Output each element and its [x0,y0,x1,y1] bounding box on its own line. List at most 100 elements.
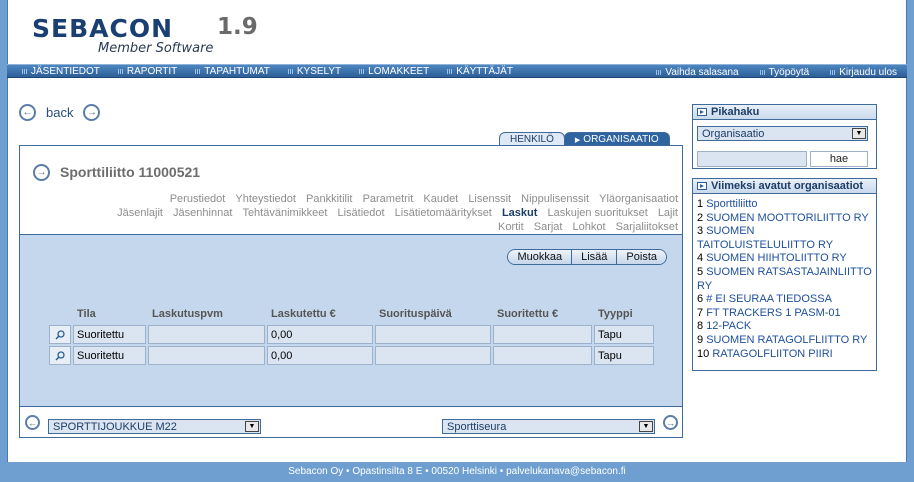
search-input[interactable] [697,151,807,167]
chevron-down-icon: ▼ [245,421,259,432]
subnav-item[interactable]: Yhteystiedot [235,193,296,205]
nav-jasentiedot[interactable]: JÄSENTIEDOT [21,66,100,77]
subnav-item[interactable]: Laskut [502,207,537,219]
back-arrow-icon[interactable]: ← [19,104,36,121]
add-button[interactable]: Lisää [572,250,618,264]
subnav-item[interactable]: Jäsenhinnat [173,207,232,219]
recent-organisations-box: Viimeksi avatut organisaatiot 1 Sporttil… [692,178,877,371]
sub-navigation: Perustiedot Yhteystiedot Pankkitilit Par… [108,192,678,234]
top-navbar: JÄSENTIEDOT RAPORTIT TAPAHTUMAT KYSELYT … [7,64,907,78]
subnav-item[interactable]: Lisätiedot [338,207,385,219]
subnav-item[interactable]: Pankkitilit [306,193,352,205]
recent-organisation-link[interactable]: RATAGOLFLIITON PIIRI [712,348,832,360]
subnav-item[interactable]: Kortit [498,221,524,233]
cell-status: Suoritettu [73,325,146,344]
recent-organisation-link[interactable]: SUOMEN MOOTTORILIITTO RY [706,212,869,224]
cell-status: Suoritettu [73,346,146,365]
nav-kayttajat[interactable]: KÄYTTÄJÄT [446,66,513,77]
prev-arrow-icon[interactable]: ← [25,415,40,430]
recent-organisation-link[interactable]: Sporttiliitto [706,198,757,210]
invoice-table: Tila Laskutuspvm Laskutettu € Suorituspä… [49,305,656,365]
subnav-item[interactable]: Yläorganisaatiot [599,193,678,205]
recent-organisation-link[interactable]: SUOMEN TAITOLUISTELULIITTO RY [697,225,833,251]
app-logo: SEBACON [32,14,174,43]
magnifier-icon[interactable] [49,325,71,344]
next-arrow-icon[interactable]: → [663,415,678,430]
recent-organisation-link[interactable]: SUOMEN HIIHTOLIITTO RY [706,252,847,264]
subnav-item[interactable]: Lisenssit [468,193,511,205]
col-invoice-date: Laskutuspvm [152,308,223,320]
subnav-item[interactable]: Sarjat [534,221,563,233]
subnav-item[interactable]: Tehtävänimikkeet [242,207,327,219]
subnav-item[interactable]: Lisätietomääritykset [395,207,492,219]
cell-invoiced-amount: 0,00 [267,325,373,344]
list-item-number: 5 [697,265,704,278]
magnifier-icon[interactable] [49,346,71,365]
invoice-section: Muokkaa Lisää Poista Tila Laskutuspvm La… [20,234,682,406]
page-title: Sporttiliitto 11000521 [60,164,201,180]
list-item-number: 6 [697,293,704,306]
main-menu: JÄSENTIEDOT RAPORTIT TAPAHTUMAT KYSELYT … [7,66,530,77]
list-item: 7 FT TRACKERS 1 PASM-01 [697,307,872,321]
subnav-item[interactable]: Parametrit [363,193,414,205]
list-item: 10 RATAGOLFLIITON PIIRI [697,348,872,362]
panel-header: → Sporttiliitto 11000521 Perustiedot Yht… [20,146,682,234]
entity-tabs: HENKILÖ ▶ ORGANISAATIO [499,132,670,146]
recent-organisations-header: Viimeksi avatut organisaatiot [693,179,876,194]
cell-invoice-date [148,325,265,344]
nav-dashboard[interactable]: Työpöytä [759,67,809,78]
cell-type: Tapu [594,346,654,365]
nav-logout[interactable]: Kirjaudu ulos [829,67,897,78]
cell-payment-date [375,325,491,344]
back-link[interactable]: back [46,105,73,120]
subnav-item[interactable]: Lajit [658,207,678,219]
col-status: Tila [77,308,96,320]
recent-organisation-link[interactable]: SUOMEN RATSASTAJAINLIITTO RY [697,266,872,292]
next-organisation-value: Sporttiseura [447,420,507,433]
table-row[interactable]: Suoritettu 0,00 Tapu [49,346,656,365]
edit-button[interactable]: Muokkaa [508,250,573,264]
cell-type: Tapu [594,325,654,344]
nav-raportit[interactable]: RAPORTIT [117,66,177,77]
subnav-item[interactable]: Laskujen suoritukset [547,207,647,219]
subnav-item[interactable]: Nippulisenssit [521,193,589,205]
delete-button[interactable]: Poista [617,250,666,264]
list-item-number: 9 [697,333,704,346]
recent-organisation-link[interactable]: FT TRACKERS 1 PASM-01 [706,307,840,319]
recent-organisation-link[interactable]: SUOMEN RATAGOLFLIITTO RY [706,334,867,346]
table-row[interactable]: Suoritettu 0,00 Tapu [49,325,656,344]
recent-organisation-link[interactable]: 12-PACK [706,320,751,332]
subnav-item[interactable]: Perustiedot [170,193,226,205]
forward-arrow-icon[interactable]: → [83,104,101,121]
subnav-item[interactable]: Sarjaliitokset [616,221,678,233]
search-button[interactable]: hae [810,151,868,167]
tab-organisation[interactable]: ▶ ORGANISAATIO [563,132,670,146]
search-type-select[interactable]: Organisaatio ▼ [697,126,868,141]
tab-person[interactable]: HENKILÖ [499,132,565,146]
search-type-value: Organisaatio [702,127,765,140]
col-invoiced-amount: Laskutettu € [271,308,336,320]
list-item-number: 3 [697,225,704,238]
col-payment-date: Suorituspäivä [379,308,452,320]
list-item: 6 # EI SEURAA TIEDOSSA [697,293,872,307]
subnav-item[interactable]: Lohkot [573,221,606,233]
organisation-panel: → Sporttiliitto 11000521 Perustiedot Yht… [19,145,683,438]
list-item: 8 12-PACK [697,320,872,334]
list-item: 1 Sporttiliitto [697,198,872,212]
panel-arrow-icon [697,182,707,190]
panel-footer: ← SPORTTIJOUKKUE M22 ▼ Sporttiseura ▼ → [20,406,682,437]
nav-lomakkeet[interactable]: LOMAKKEET [358,66,429,77]
subnav-item[interactable]: Kaudet [423,193,458,205]
previous-organisation-value: SPORTTIJOUKKUE M22 [53,420,177,433]
next-organisation-select[interactable]: Sporttiseura ▼ [442,419,655,434]
recent-organisations-list: 1 Sporttiliitto 2 SUOMEN MOOTTORILIITTO R… [693,194,876,361]
nav-tapahtumat[interactable]: TAPAHTUMAT [194,66,270,77]
action-buttons: Muokkaa Lisää Poista [507,249,667,265]
recent-organisation-link[interactable]: # EI SEURAA TIEDOSSA [706,293,832,305]
tab-arrow-icon: ▶ [574,136,581,144]
previous-organisation-select[interactable]: SPORTTIJOUKKUE M22 ▼ [48,419,261,434]
nav-kyselyt[interactable]: KYSELYT [287,66,341,77]
list-item: 9 SUOMEN RATAGOLFLIITTO RY [697,334,872,348]
nav-change-password[interactable]: Vaihda salasana [655,67,739,78]
subnav-item[interactable]: Jäsenlajit [117,207,163,219]
